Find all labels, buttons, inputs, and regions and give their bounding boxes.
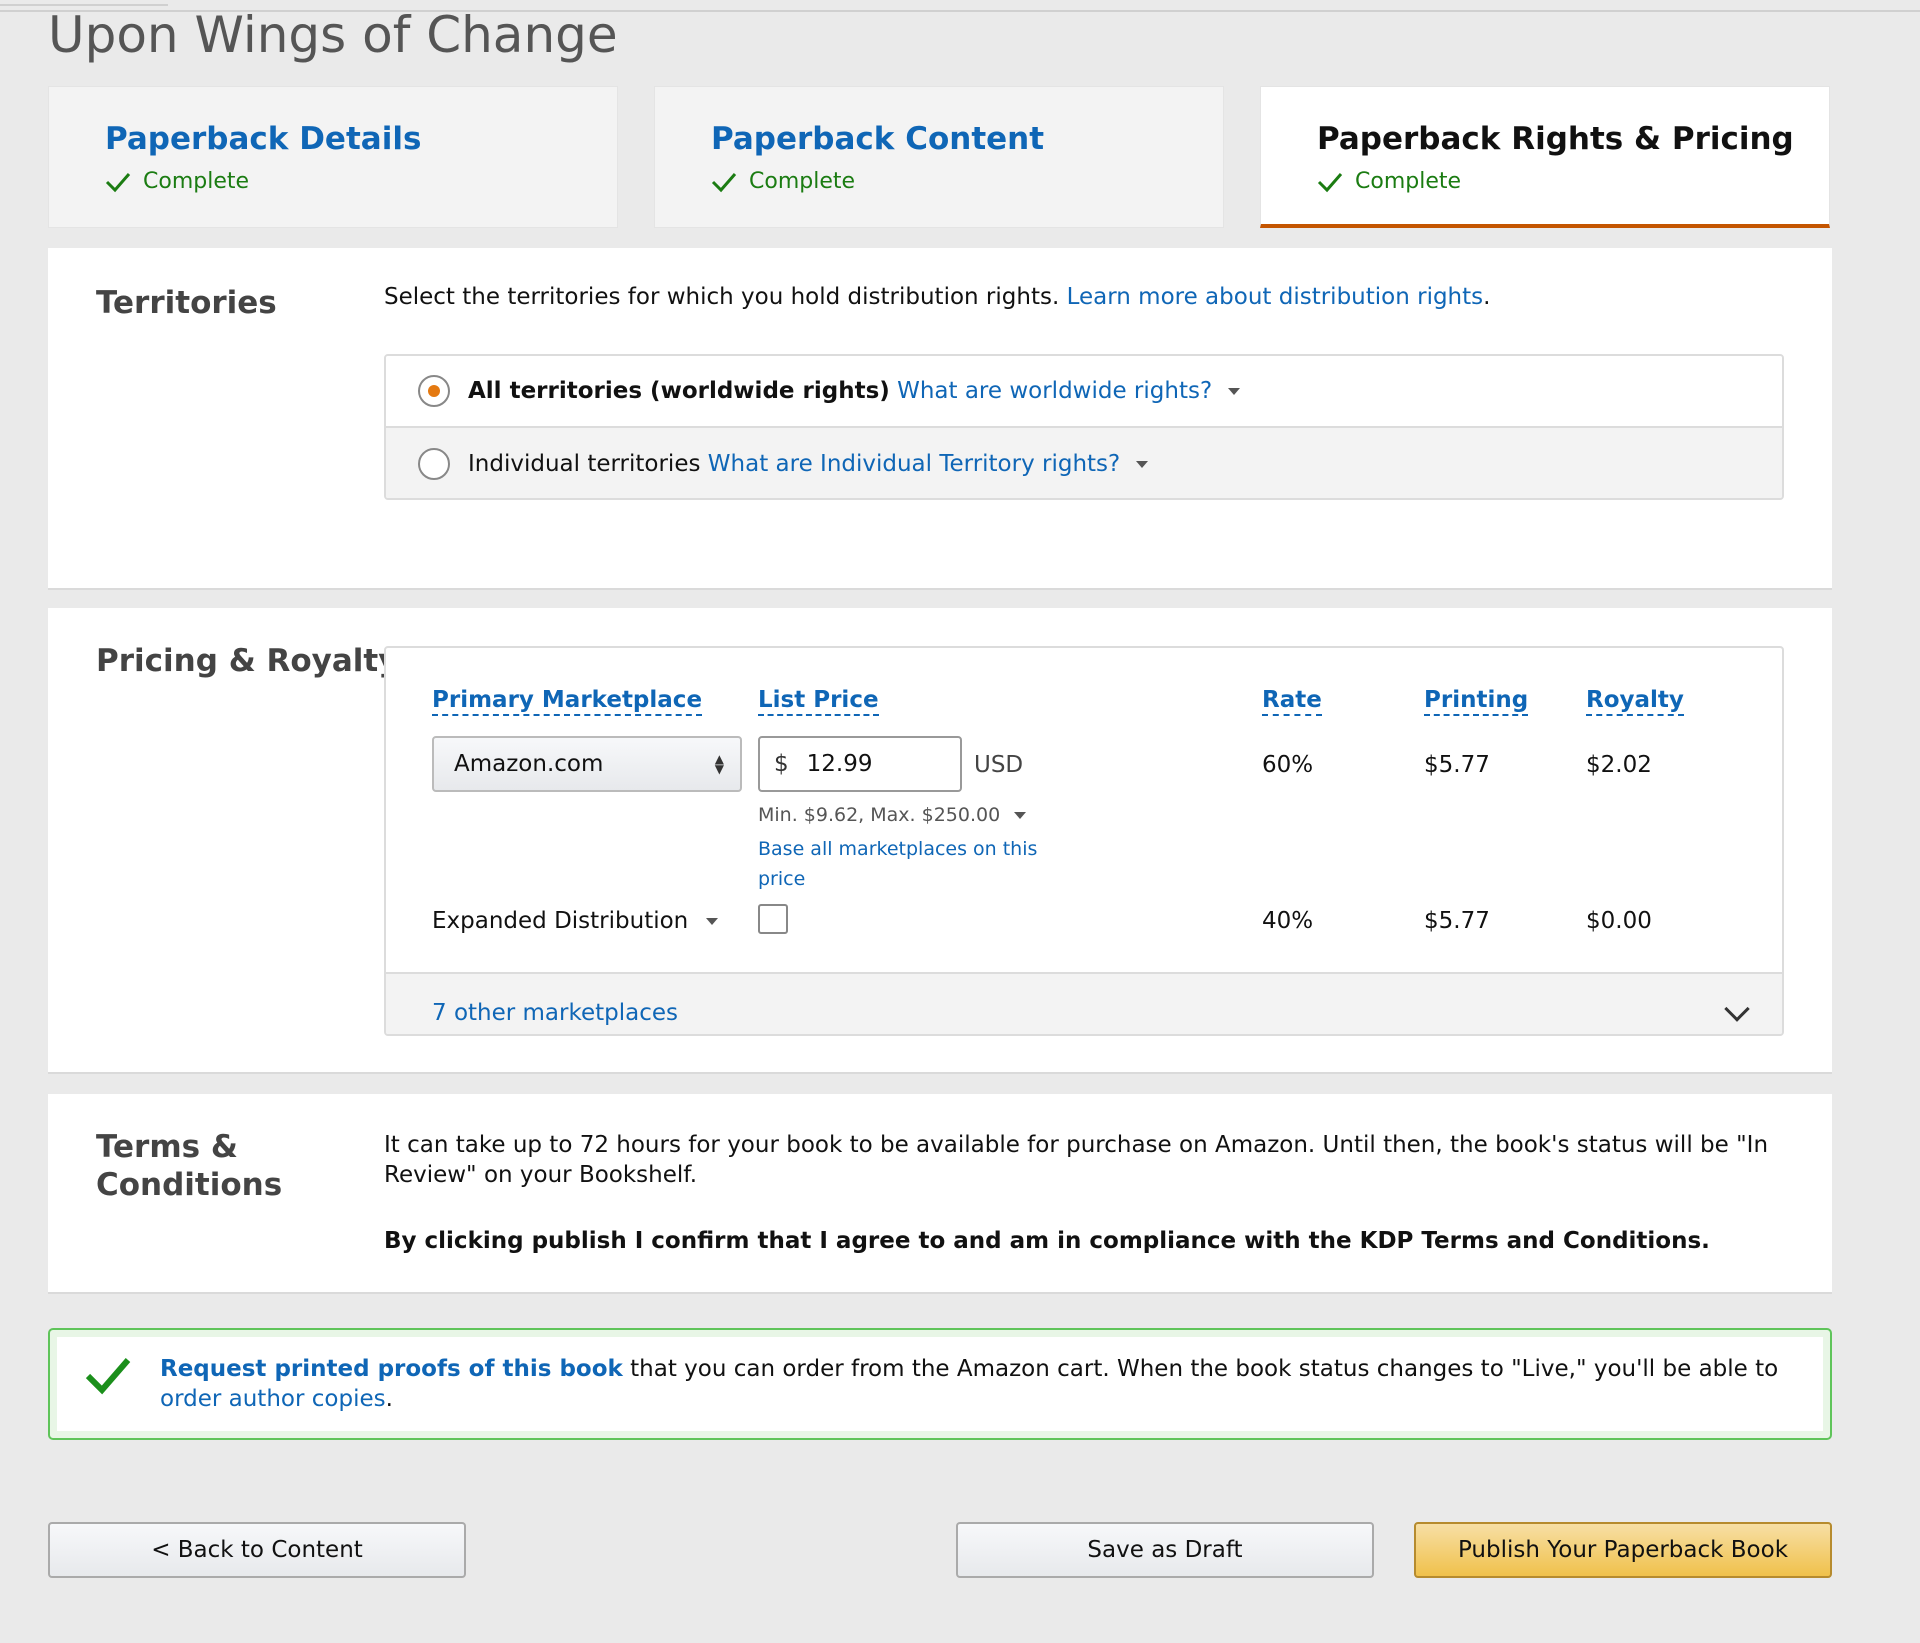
territories-heading: Territories: [96, 285, 277, 321]
pricing-panel: Pricing & Royalty Primary Marketplace Li…: [48, 608, 1832, 1074]
caret-down-icon[interactable]: [1014, 812, 1027, 819]
proofs-end: .: [385, 1386, 393, 1412]
terms-text: It can take up to 72 hours for your book…: [384, 1132, 1769, 1188]
tab-title[interactable]: Paperback Details: [105, 121, 421, 157]
territories-panel: Territories Select the territories for w…: [48, 248, 1832, 590]
territories-intro: Select the territories for which you hol…: [384, 284, 1491, 310]
check-icon: [711, 172, 737, 192]
primary-printing: $5.77: [1424, 752, 1490, 778]
pricing-table: Primary Marketplace List Price Rate Prin…: [384, 646, 1784, 1036]
other-marketplaces-row[interactable]: 7 other marketplaces: [386, 972, 1782, 1034]
primary-royalty: $2.02: [1586, 752, 1652, 778]
tab-status: Complete: [1317, 169, 1461, 194]
worldwide-help-link[interactable]: What are worldwide rights?: [897, 378, 1212, 404]
base-all-marketplaces-link[interactable]: Base all marketplaces on this price: [758, 834, 1058, 894]
terms-panel: Terms & Conditions It can take up to 72 …: [48, 1094, 1832, 1294]
terms-heading: Terms & Conditions: [96, 1129, 283, 1203]
list-price-input[interactable]: $ 12.99: [758, 736, 962, 792]
select-arrows-icon: ▲ ▼: [714, 752, 724, 776]
page-title: Upon Wings of Change: [48, 6, 618, 64]
territory-options: All territories (worldwide rights) What …: [384, 354, 1784, 500]
caret-down-icon[interactable]: [1136, 460, 1149, 468]
rate-header[interactable]: Rate: [1262, 686, 1322, 716]
proofs-message: Request printed proofs of this book that…: [160, 1354, 1800, 1414]
tab-title[interactable]: Paperback Content: [711, 121, 1044, 157]
pricing-heading: Pricing & Royalty: [96, 643, 399, 679]
expanded-royalty: $0.00: [1586, 908, 1652, 934]
primary-rate: 60%: [1262, 752, 1314, 778]
expanded-distribution-text: Expanded Distribution: [432, 908, 689, 934]
back-to-content-button[interactable]: < Back to Content: [48, 1522, 466, 1578]
learn-more-distribution-link[interactable]: Learn more about distribution rights: [1067, 284, 1484, 310]
terms-confirm: By clicking publish I confirm that I agr…: [384, 1228, 1710, 1254]
status-text: Complete: [749, 169, 856, 194]
other-marketplaces-link[interactable]: 7 other marketplaces: [432, 1000, 678, 1026]
marketplace-select[interactable]: Amazon.com ▲ ▼: [432, 736, 742, 792]
individual-help-link[interactable]: What are Individual Territory rights?: [708, 451, 1120, 477]
territory-option-worldwide[interactable]: All territories (worldwide rights) What …: [386, 356, 1782, 428]
request-proofs-link[interactable]: Request printed proofs of this book: [160, 1356, 623, 1382]
tab-status: Complete: [105, 169, 249, 194]
marketplace-value: Amazon.com: [454, 751, 604, 777]
printing-header[interactable]: Printing: [1424, 686, 1529, 716]
royalty-header[interactable]: Royalty: [1586, 686, 1684, 716]
tab-paperback-rights-pricing[interactable]: Paperback Rights & Pricing Complete: [1260, 86, 1830, 228]
tab-paperback-content[interactable]: Paperback Content Complete: [654, 86, 1224, 228]
worldwide-radio[interactable]: [418, 375, 450, 407]
territory-option-individual[interactable]: Individual territories What are Individu…: [386, 428, 1782, 498]
tab-title[interactable]: Paperback Rights & Pricing: [1317, 121, 1794, 157]
primary-marketplace-header[interactable]: Primary Marketplace: [432, 686, 703, 716]
caret-down-icon[interactable]: [705, 918, 718, 925]
currency-symbol: $: [774, 751, 789, 777]
check-icon: [1317, 172, 1343, 192]
expanded-distribution-checkbox[interactable]: [758, 904, 788, 934]
price-range[interactable]: Min. $9.62, Max. $250.00: [758, 804, 1027, 826]
worldwide-label: All territories (worldwide rights): [468, 378, 890, 404]
tab-status: Complete: [711, 169, 855, 194]
price-range-text: Min. $9.62, Max. $250.00: [758, 804, 1001, 826]
list-price-value[interactable]: 12.99: [807, 751, 873, 777]
territories-intro-text: Select the territories for which you hol…: [384, 284, 1060, 310]
success-check-icon: [85, 1358, 131, 1395]
individual-label: Individual territories: [468, 451, 701, 477]
list-price-header[interactable]: List Price: [758, 686, 879, 716]
chevron-down-icon[interactable]: [1724, 996, 1750, 1022]
status-text: Complete: [1355, 169, 1462, 194]
save-as-draft-button[interactable]: Save as Draft: [956, 1522, 1374, 1578]
proofs-alert: Request printed proofs of this book that…: [48, 1328, 1832, 1440]
proofs-text: that you can order from the Amazon cart.…: [622, 1356, 1779, 1382]
status-text: Complete: [143, 169, 250, 194]
expanded-printing: $5.77: [1424, 908, 1490, 934]
order-author-copies-link[interactable]: order author copies: [160, 1386, 386, 1412]
check-icon: [105, 172, 131, 192]
expanded-rate: 40%: [1262, 908, 1314, 934]
caret-down-icon[interactable]: [1228, 387, 1241, 395]
expanded-distribution-label[interactable]: Expanded Distribution: [432, 908, 718, 934]
publish-button[interactable]: Publish Your Paperback Book: [1414, 1522, 1832, 1578]
tab-paperback-details[interactable]: Paperback Details Complete: [48, 86, 618, 228]
individual-radio[interactable]: [418, 448, 450, 480]
currency-label: USD: [974, 752, 1024, 778]
